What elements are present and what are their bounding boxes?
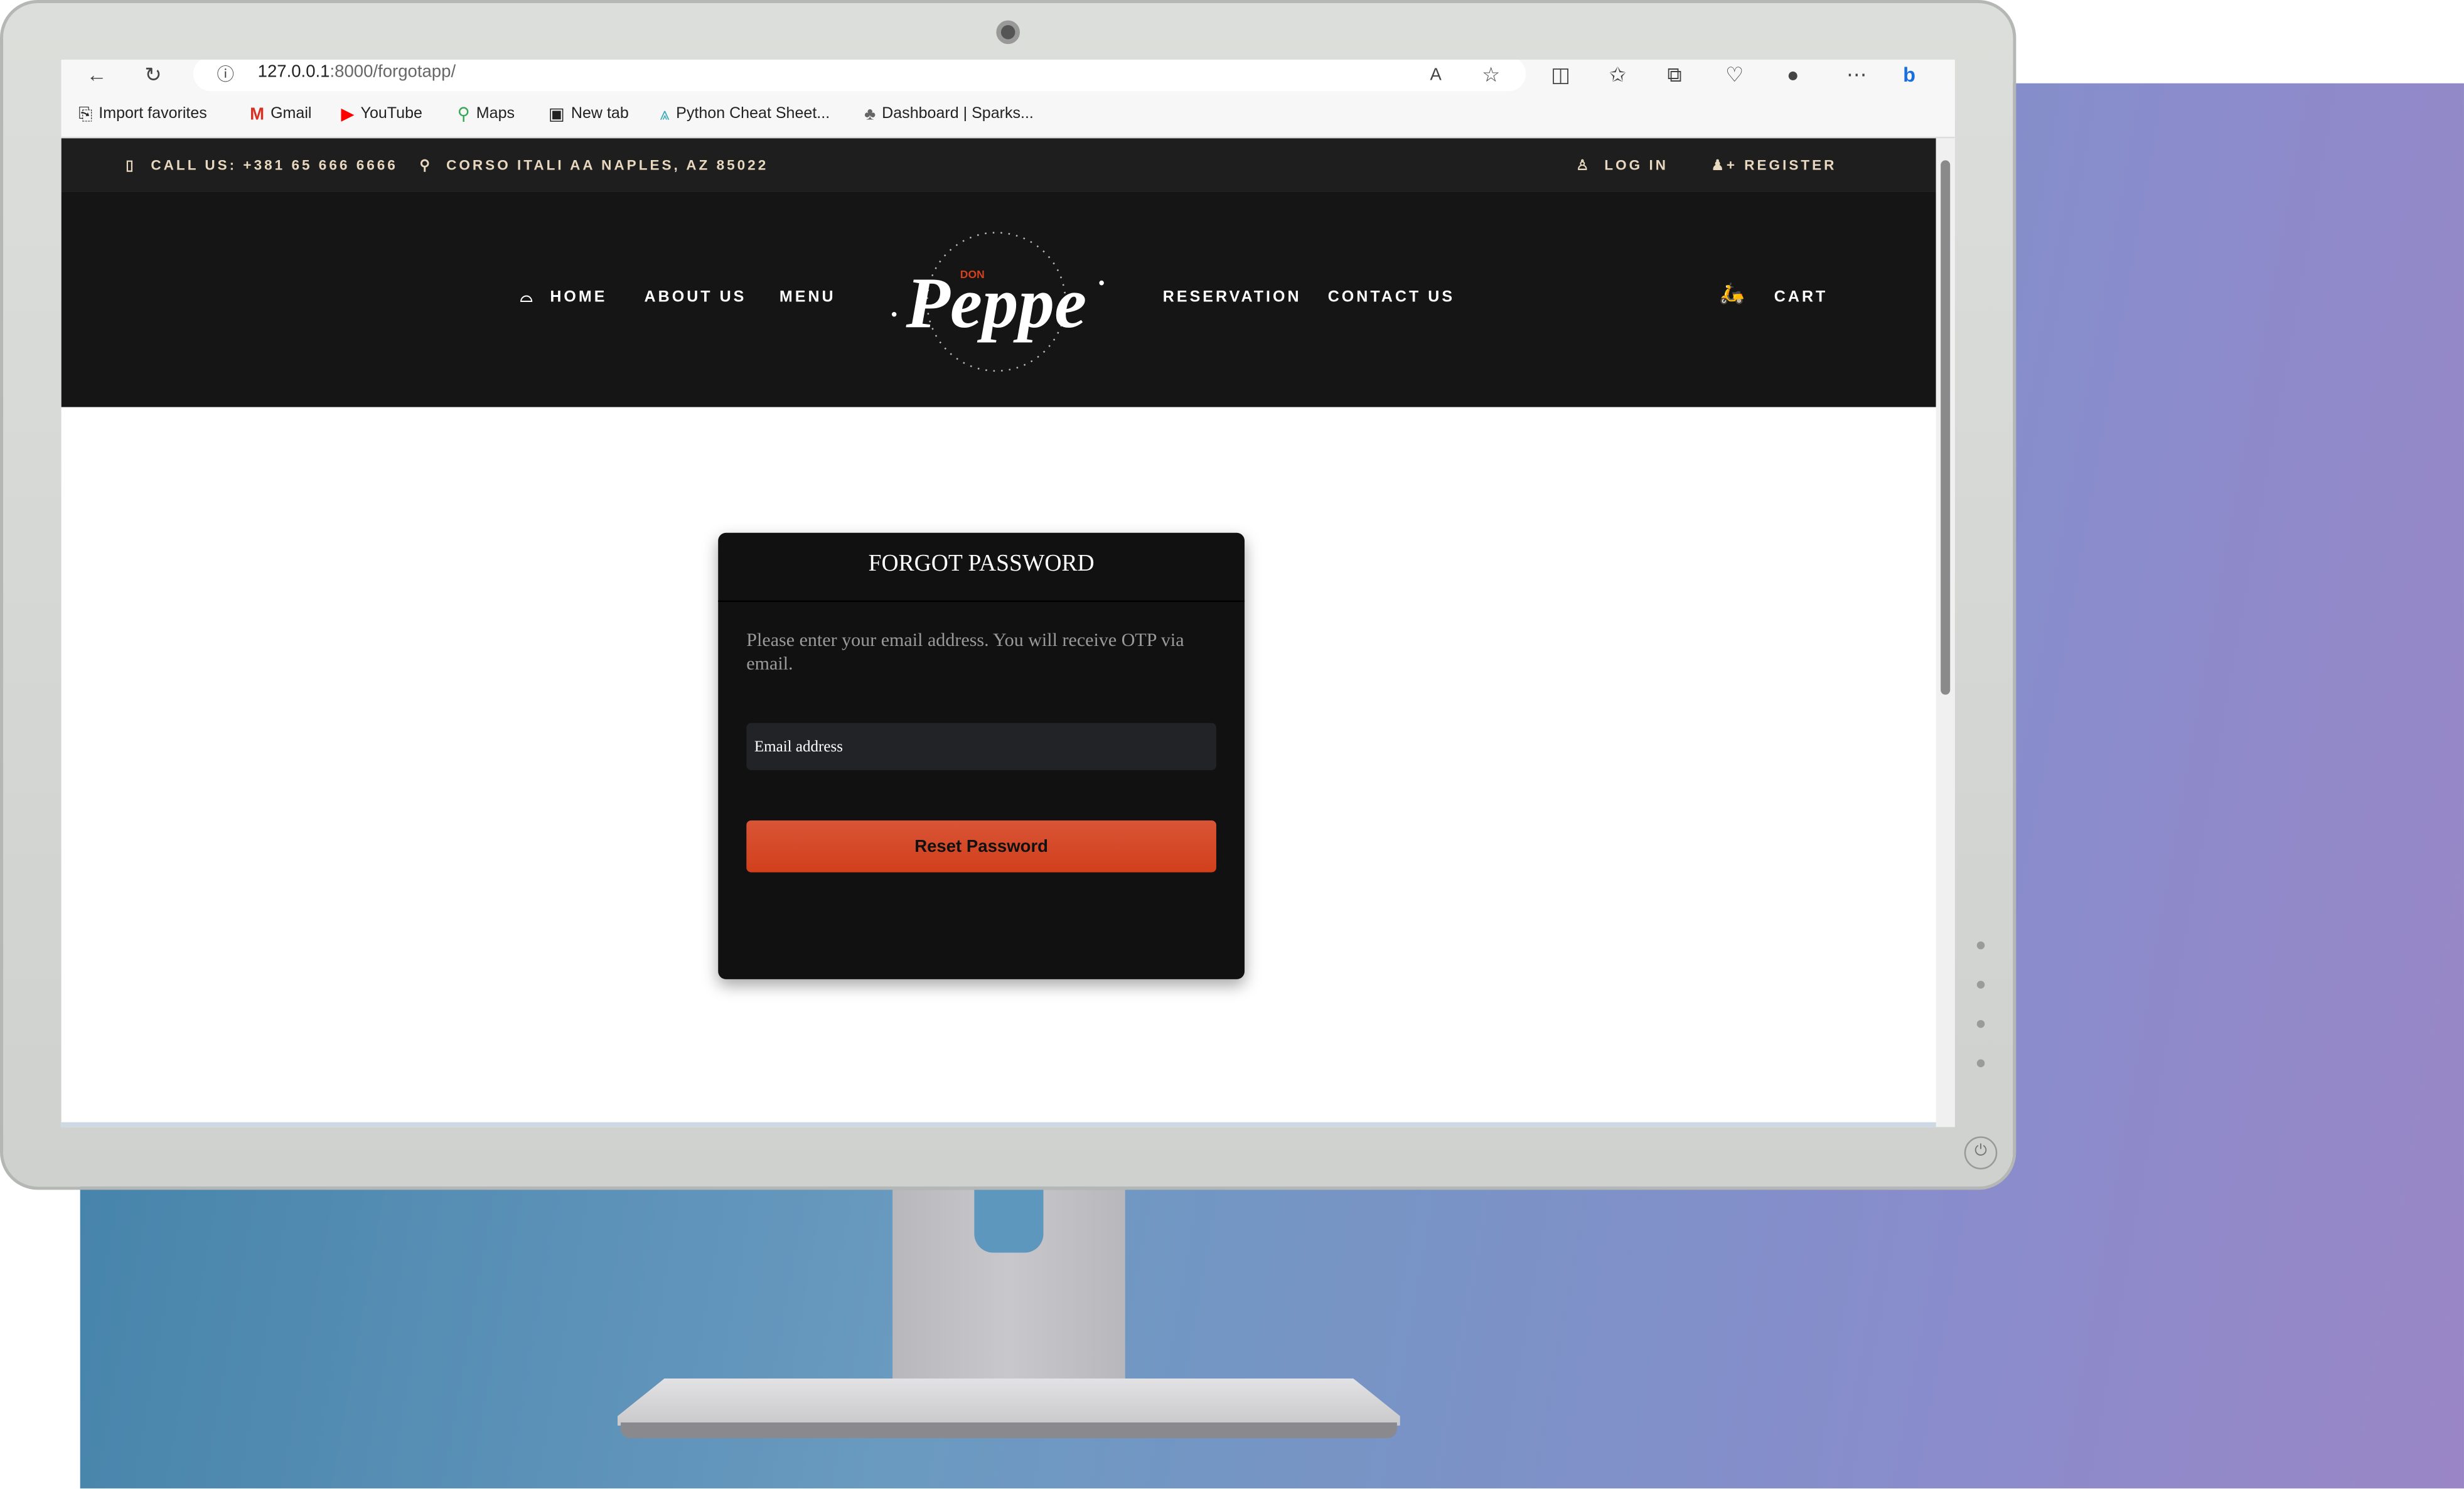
profile-icon[interactable]: ● [1787, 60, 1799, 91]
maps-icon: ⚲ [457, 105, 470, 124]
bookmark-label: Maps [476, 105, 515, 123]
split-screen-icon[interactable]: ◫ [1551, 60, 1570, 91]
url-text[interactable]: 127.0.0.1:8000/forgotapp/ [258, 62, 456, 83]
bezel-dot [1976, 941, 1985, 950]
youtube-icon: ▶ [341, 105, 355, 124]
add-user-icon: ♟+ [1711, 157, 1738, 173]
address-text: CORSO ITALI AA NAPLES, AZ 85022 [446, 157, 769, 173]
monitor-stand-base [617, 1378, 1400, 1426]
bookmark-label: Dashboard | Sparks... [882, 105, 1034, 123]
stand-notch [974, 1190, 1044, 1253]
bookmark-new-tab[interactable]: ▣ New tab [549, 94, 629, 135]
desktop-mockup: ⏻ ← ↻ ⓘ 127.0.0.1:8000/forgotapp/ A ☆ ◫ … [0, 0, 2464, 1489]
email-input[interactable] [746, 723, 1216, 770]
power-icon[interactable]: ⏻ [1964, 1136, 1998, 1169]
info-icon[interactable]: ⓘ [217, 60, 235, 91]
health-icon[interactable]: ♡ [1725, 60, 1744, 91]
reset-password-button[interactable]: Reset Password [746, 820, 1216, 873]
bookmark-import-favorites[interactable]: ⎘ Import favorites [78, 94, 207, 135]
user-icon: ♙ [1576, 157, 1592, 173]
url-path: :8000/forgotapp/ [329, 63, 456, 82]
bookmark-maps[interactable]: ⚲ Maps [458, 94, 515, 135]
window-bottom-edge [61, 1122, 1936, 1127]
bookmark-gmail[interactable]: M Gmail [250, 94, 311, 135]
forgot-password-card: FORGOT PASSWORD Please enter your email … [718, 532, 1245, 979]
python-icon: ⩓ [660, 105, 670, 124]
nav-about-us[interactable]: ABOUT US [645, 289, 747, 307]
nav-menu[interactable]: MENU [779, 289, 836, 307]
main-nav: ⌓ HOME ABOUT US MENU DON Peppe RESERVATI… [61, 191, 1936, 407]
new-tab-icon: ▣ [548, 105, 565, 124]
bookmark-youtube[interactable]: ▶ YouTube [341, 94, 422, 135]
svg-text:Peppe: Peppe [906, 262, 1087, 343]
bookmarks-bar: ⎘ Import favorites M Gmail ▶ YouTube ⚲ Maps … [61, 94, 1955, 139]
favorites-icon[interactable]: ✩ [1609, 60, 1626, 91]
bezel-dot [1976, 1019, 1985, 1028]
bezel-dot [1976, 981, 1985, 989]
refresh-icon[interactable]: ↻ [144, 60, 161, 91]
monitor-stand-base-edge [621, 1422, 1397, 1438]
scooter-icon: 🛵 [1719, 281, 1747, 305]
card-description: Please enter your email address. You wil… [746, 628, 1184, 675]
bookmark-label: Gmail [271, 105, 312, 123]
nav-reservation[interactable]: RESERVATION [1163, 289, 1302, 307]
collections-icon[interactable]: ⧉ [1668, 60, 1682, 91]
dashboard-icon: ♣ [864, 105, 876, 124]
bing-icon[interactable]: b [1903, 60, 1915, 91]
bookmark-label: Python Cheat Sheet... [676, 105, 830, 123]
more-icon[interactable]: ⋯ [1846, 60, 1867, 91]
contact-bar: ▯ CALL US: +381 65 666 6666 ⚲ CORSO ITAL… [61, 138, 1936, 192]
card-title: FORGOT PASSWORD [868, 551, 1095, 577]
register-link[interactable]: REGISTER [1744, 138, 1836, 191]
browser-toolbar: ← ↻ ⓘ 127.0.0.1:8000/forgotapp/ A ☆ ◫ ✩ … [61, 60, 1955, 95]
screen: ← ↻ ⓘ 127.0.0.1:8000/forgotapp/ A ☆ ◫ ✩ … [61, 60, 1955, 1127]
back-icon[interactable]: ← [87, 60, 107, 91]
nav-home[interactable]: HOME [550, 289, 607, 307]
bookmark-label: YouTube [360, 105, 422, 123]
bookmark-label: Import favorites [99, 105, 207, 123]
bookmark-label: New tab [570, 105, 629, 123]
bezel-dot [1976, 1059, 1985, 1068]
phone-text: CALL US: +381 65 666 6666 [151, 157, 398, 173]
divider [718, 600, 1245, 602]
read-aloud-icon[interactable]: A [1430, 60, 1441, 91]
import-icon: ⎘ [78, 105, 93, 124]
url-host: 127.0.0.1 [257, 63, 330, 82]
scrollbar-thumb[interactable] [1941, 160, 1951, 695]
nav-cart[interactable]: CART [1774, 289, 1828, 307]
don-peppe-logo[interactable]: DON Peppe [879, 223, 1115, 380]
bookmark-python[interactable]: ⩓ Python Cheat Sheet... [660, 94, 830, 135]
phone-icon: ▯ [126, 157, 136, 173]
bookmark-dashboard[interactable]: ♣ Dashboard | Sparks... [864, 94, 1034, 135]
nav-contact-us[interactable]: CONTACT US [1328, 289, 1455, 307]
page-scrollbar[interactable] [1936, 138, 1955, 1127]
star-icon[interactable]: ☆ [1482, 60, 1500, 91]
location-icon: ⚲ [419, 157, 433, 173]
gmail-icon: M [250, 105, 265, 124]
camera-icon [996, 20, 1020, 45]
login-link[interactable]: LOG IN [1604, 138, 1668, 191]
home-hat-icon: ⌓ [520, 289, 535, 307]
